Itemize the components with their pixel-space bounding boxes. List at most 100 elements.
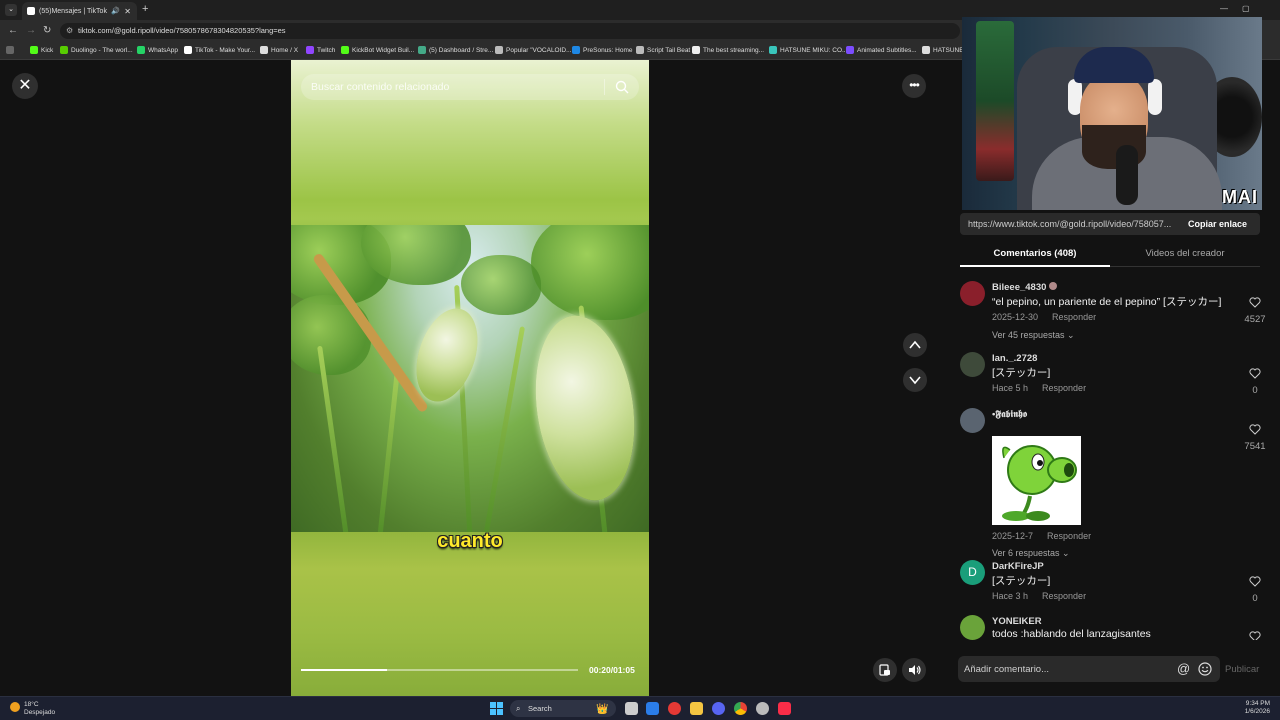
volume-button[interactable] xyxy=(902,658,926,682)
taskbar-clock[interactable]: 9:34 PM 1/6/2026 xyxy=(1240,700,1270,716)
share-link-url[interactable]: https://www.tiktok.com/@gold.ripoll/vide… xyxy=(968,219,1180,229)
chevron-up-icon xyxy=(909,340,921,349)
site-info-icon[interactable]: ⚙ xyxy=(66,23,73,39)
search-divider xyxy=(604,79,605,95)
like-button[interactable] xyxy=(1240,629,1270,640)
comment-username[interactable]: Bileee_4830 xyxy=(992,282,1058,293)
search-icon: ⌕ xyxy=(516,704,521,713)
close-video-button[interactable]: ✕ xyxy=(12,73,38,99)
minimize-window-button[interactable]: — xyxy=(1220,4,1228,13)
avatar[interactable] xyxy=(960,408,985,433)
search-icon[interactable] xyxy=(615,80,629,94)
mention-icon[interactable]: @ xyxy=(1177,661,1190,676)
windows-start-icon[interactable] xyxy=(490,702,503,715)
avatar[interactable]: D xyxy=(960,560,985,585)
chrome-icon[interactable] xyxy=(734,702,747,715)
comment-composer: @ xyxy=(958,656,1220,682)
discord-icon[interactable] xyxy=(712,702,725,715)
more-options-button[interactable]: ••• xyxy=(902,74,926,98)
comment-input[interactable] xyxy=(964,656,1174,682)
browser-tab-tiktok[interactable]: (55)Mensajes | TikTok 🔊 ✕ xyxy=(22,2,137,20)
avatar[interactable] xyxy=(960,281,985,306)
bookmark-item[interactable]: Popular "VOCALOID... xyxy=(495,46,572,54)
music-app-icon[interactable] xyxy=(778,702,791,715)
related-search-input[interactable] xyxy=(311,74,601,100)
avatar[interactable] xyxy=(960,615,985,640)
like-button[interactable]: 0 xyxy=(1240,366,1270,396)
tab-search-button[interactable]: ⌄ xyxy=(5,4,17,16)
close-tab-icon[interactable]: ✕ xyxy=(124,7,131,16)
heart-icon xyxy=(1249,368,1261,379)
video-progress-bar[interactable] xyxy=(301,669,578,671)
comment-meta: 2025-12-30 Responder xyxy=(992,312,1096,322)
bookmark-item[interactable]: Kick xyxy=(30,46,53,54)
bookmark-item[interactable]: Twitch xyxy=(306,46,335,54)
copy-link-button[interactable]: Copiar enlace xyxy=(1188,219,1247,229)
maximize-window-button[interactable]: ▢ xyxy=(1242,4,1250,13)
bookmark-item[interactable]: (5) Dashboard / Stre... xyxy=(418,46,493,54)
new-tab-button[interactable]: + xyxy=(142,3,148,15)
peashooter-sticker-image[interactable] xyxy=(992,436,1081,525)
pip-button[interactable] xyxy=(873,658,897,682)
avatar[interactable] xyxy=(960,352,985,377)
reply-button[interactable]: Responder xyxy=(1042,383,1086,393)
tab-creator-videos[interactable]: Videos del creador xyxy=(1110,248,1260,259)
tab-comments[interactable]: Comentarios (408) xyxy=(960,248,1110,259)
bookmark-item[interactable]: HATSUNE I xyxy=(922,46,967,54)
view-replies-button[interactable]: Ver 6 respuestas ⌄ xyxy=(992,548,1070,559)
task-view-icon[interactable] xyxy=(625,702,638,715)
speaker-icon[interactable]: 🔊 xyxy=(111,7,120,15)
bookmark-item[interactable]: WhatsApp xyxy=(137,46,178,54)
comment-item: Bileee_4830 “el pepino, un pariente de e… xyxy=(960,281,1270,351)
reply-button[interactable]: Responder xyxy=(1052,312,1096,322)
comment-username[interactable]: Ian._.2728 xyxy=(992,353,1037,364)
peashooter-icon xyxy=(1002,445,1077,521)
comment-item: •𝕱𝖆𝖇𝖎𝖓𝖍𝖔 2025-12-7 Responder Ver 6 respue… xyxy=(960,408,1270,558)
comment-date: 2025-12-30 xyxy=(992,312,1039,322)
openai-icon[interactable] xyxy=(756,702,769,715)
comment-date: Hace 5 h xyxy=(992,383,1029,393)
reload-icon[interactable]: ↻ xyxy=(43,25,51,36)
like-button[interactable]: 4527 xyxy=(1240,295,1270,325)
comment-username[interactable]: •𝕱𝖆𝖇𝖎𝖓𝖍𝖔 xyxy=(992,409,1027,420)
video-frame-cucumber-plants xyxy=(291,225,649,532)
bookmark-item[interactable]: The best streaming... xyxy=(692,46,764,54)
address-bar-url: tiktok.com/@gold.ripoll/video/7580578678… xyxy=(78,26,286,35)
bookmark-item[interactable]: Duolingo - The worl... xyxy=(60,46,133,54)
like-button[interactable]: 0 xyxy=(1240,574,1270,604)
address-bar[interactable]: ⚙ tiktok.com/@gold.ripoll/video/75805786… xyxy=(60,23,960,39)
bookmark-item[interactable]: Home / X xyxy=(260,46,298,54)
view-replies-button[interactable]: Ver 45 respuestas ⌄ xyxy=(992,330,1075,341)
video-progress-fill xyxy=(301,669,387,671)
apps-icon[interactable] xyxy=(6,46,14,54)
previous-video-button[interactable] xyxy=(903,333,927,357)
publish-comment-button[interactable]: Publicar xyxy=(1225,664,1259,675)
like-button[interactable]: 7541 xyxy=(1240,422,1270,452)
file-explorer-icon[interactable] xyxy=(690,702,703,715)
bookmark-item[interactable]: TikTok - Make Your... xyxy=(184,46,255,54)
comment-username[interactable]: DarKFireJP xyxy=(992,561,1044,572)
app-icon[interactable] xyxy=(668,702,681,715)
bookmark-item[interactable]: Script Tail Beat xyxy=(636,46,690,54)
comment-username[interactable]: YONEIKER xyxy=(992,616,1042,627)
emoji-icon[interactable] xyxy=(1198,662,1212,676)
reply-button[interactable]: Responder xyxy=(1047,531,1091,541)
video-subtitle: cuanto xyxy=(437,530,503,552)
comment-item: Ian._.2728 [ステッカー] Hace 5 h Responder 0 xyxy=(960,352,1270,402)
widget-app-icon[interactable] xyxy=(646,702,659,715)
bookmark-item[interactable]: HATSUNE MIKU: CO... xyxy=(769,46,847,54)
next-video-button[interactable] xyxy=(903,368,927,392)
forward-icon[interactable]: → xyxy=(26,25,36,36)
back-icon[interactable]: ← xyxy=(8,25,18,36)
comment-list[interactable]: Bileee_4830 “el pepino, un pariente de e… xyxy=(960,278,1280,640)
weather-sun-icon xyxy=(10,702,20,712)
windows-taskbar: 18°C Despejado ⌕ Search 👑 9:34 PM 1/6/2026 xyxy=(0,696,1280,720)
reply-button[interactable]: Responder xyxy=(1042,591,1086,601)
video-player[interactable]: cuanto 00:20/01:05 xyxy=(291,60,649,696)
bookmark-item[interactable]: KickBot Widget Buil... xyxy=(341,46,414,54)
webcam-shelf xyxy=(976,21,1014,181)
bookmark-item[interactable]: PreSonus: Home xyxy=(572,46,633,54)
taskbar-search-box[interactable]: ⌕ Search 👑 xyxy=(510,700,616,717)
bookmark-item[interactable]: Animated Subtitles... xyxy=(846,46,917,54)
heart-icon xyxy=(1249,424,1261,435)
